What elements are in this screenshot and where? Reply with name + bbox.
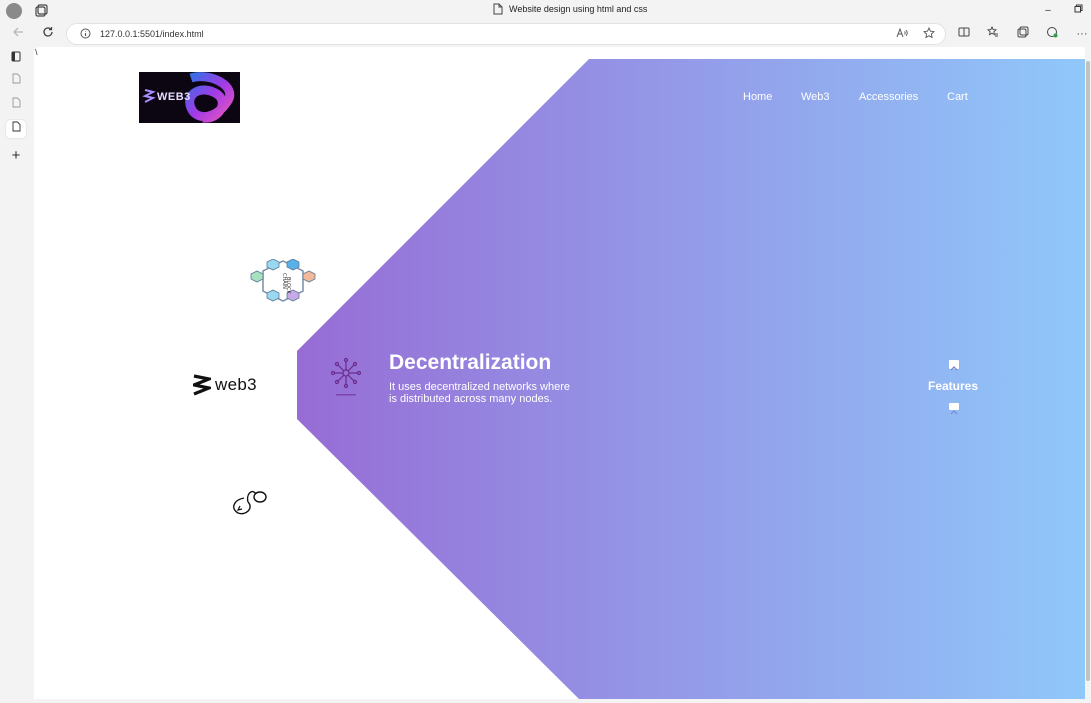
reload-icon <box>43 27 53 37</box>
more-options-icon[interactable]: ··· <box>1074 26 1090 42</box>
features-up-button[interactable] <box>949 360 959 371</box>
features-down-button[interactable] <box>949 403 959 415</box>
nav-link-accessories[interactable]: Accessories <box>859 91 918 103</box>
address-bar[interactable]: 127.0.0.1:5501/index.html <box>66 23 946 45</box>
web3-wordmark-text: web3 <box>215 375 257 394</box>
info-icon[interactable] <box>79 28 91 40</box>
vertical-tabs-sidebar: + <box>0 46 33 703</box>
extensions-icon[interactable] <box>1044 26 1060 42</box>
favorites-icon[interactable] <box>985 25 1001 42</box>
active-tab-page-icon[interactable] <box>6 120 26 138</box>
reload-button[interactable] <box>40 26 56 42</box>
split-screen-icon[interactable] <box>956 26 972 42</box>
features-label[interactable]: Features <box>928 379 978 393</box>
tab-page-icon[interactable] <box>6 72 26 90</box>
restore-icon <box>1074 4 1082 13</box>
read-aloud-icon[interactable] <box>895 27 909 41</box>
minimize-button[interactable]: – <box>1039 3 1057 19</box>
browser-window: Website design using html and css – 127.… <box>0 0 1091 703</box>
chevron-up-icon <box>950 366 958 371</box>
hero-gradient-shape <box>297 59 1085 699</box>
collections-icon[interactable] <box>1015 26 1031 42</box>
title-bar: Website design using html and css – <box>0 0 1091 22</box>
tab-page-icon[interactable] <box>6 96 26 114</box>
scrollbar-thumb[interactable] <box>1086 61 1090 681</box>
url-text[interactable]: 127.0.0.1:5501/index.html <box>100 28 204 40</box>
restore-button[interactable] <box>1069 3 1087 19</box>
hero-description: It uses decentralized networks where is … <box>389 381 570 405</box>
hero-title: Decentralization <box>389 351 552 374</box>
window-title: Website design using html and css <box>493 3 647 15</box>
decentralization-network-icon[interactable] <box>331 357 361 399</box>
nav-link-home[interactable]: Home <box>743 91 772 103</box>
nav-link-cart[interactable]: Cart <box>947 91 968 103</box>
favorite-star-icon[interactable] <box>922 26 936 41</box>
nav-link-web3[interactable]: Web3 <box>801 91 830 103</box>
web-page-viewport: \ WEB3 Home Web3 Accessories Cart BLOCK … <box>34 47 1085 699</box>
tab-actions-icon[interactable] <box>34 4 48 18</box>
logo-text: WEB3 <box>157 91 191 103</box>
page-scrollbar[interactable] <box>1085 47 1091 699</box>
page-icon <box>493 3 503 15</box>
chevron-up-small-icon <box>950 410 958 415</box>
stray-text: \ <box>35 47 38 57</box>
toolbar: 127.0.0.1:5501/index.html <box>0 22 1091 46</box>
web3-wordmark[interactable]: web3 <box>193 374 257 396</box>
blockchain-icon[interactable]: BLOCK CHAIN <box>249 259 317 303</box>
profile-avatar[interactable] <box>6 3 22 19</box>
back-button[interactable] <box>10 26 26 42</box>
site-logo[interactable]: WEB3 <box>139 72 240 123</box>
mouse-doodle-icon[interactable] <box>230 486 270 516</box>
sidebar-toggle-icon[interactable] <box>6 50 26 68</box>
window-title-text: Website design using html and css <box>509 4 648 14</box>
back-arrow-icon <box>13 27 23 37</box>
web3-logo-icon <box>193 374 211 396</box>
svg-text:CHAIN: CHAIN <box>281 273 287 289</box>
new-tab-plus-icon[interactable]: + <box>6 147 26 165</box>
